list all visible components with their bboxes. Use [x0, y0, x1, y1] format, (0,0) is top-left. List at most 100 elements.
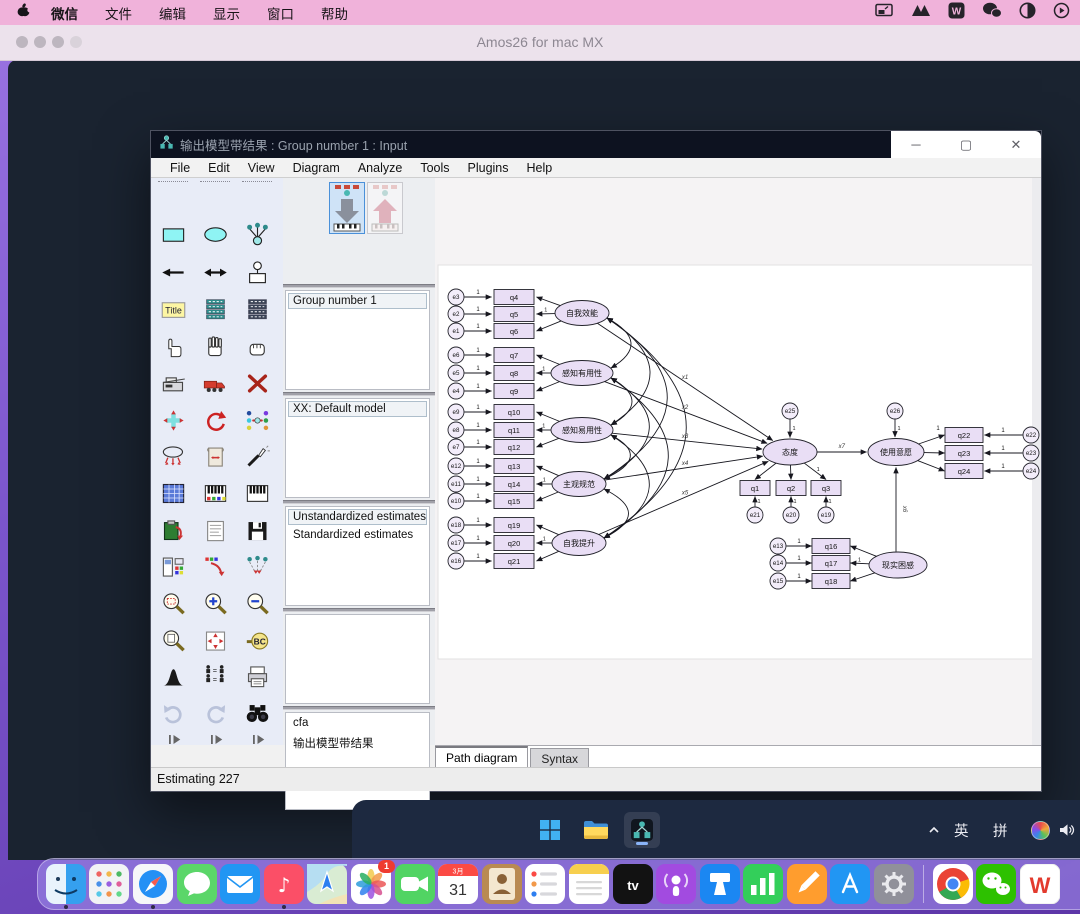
tray-chevron-icon[interactable] [927, 800, 941, 860]
dock-item-launchpad[interactable] [89, 864, 129, 904]
dock-item-pages[interactable] [787, 864, 827, 904]
object-properties-button[interactable] [154, 550, 192, 582]
zoom-traffic-light[interactable] [52, 36, 64, 48]
resize-to-page-button[interactable] [196, 624, 234, 656]
wechat-icon[interactable] [982, 2, 1002, 23]
group-list-item[interactable]: Group number 1 [288, 293, 427, 309]
file-item-cfa[interactable]: cfa [288, 715, 427, 731]
empty-list[interactable] [285, 614, 430, 704]
menu-edit[interactable]: Edit [199, 161, 239, 175]
dock-item-wps[interactable]: W [1020, 864, 1060, 904]
add-error-variable-button[interactable] [238, 256, 276, 288]
step-button-1-button[interactable] [154, 723, 192, 755]
ime-color-ball-icon[interactable] [1031, 800, 1050, 860]
dock-item-photos[interactable]: 1 [351, 864, 391, 904]
draw-latent-variable-button[interactable] [238, 218, 276, 250]
menu-tools[interactable]: Tools [411, 161, 458, 175]
play-circle-icon[interactable] [1053, 2, 1070, 24]
file-item-output-model[interactable]: 输出模型带结果 [288, 733, 427, 753]
menubar-app-name[interactable]: 微信 [51, 3, 78, 23]
view-output-path-diagram-button[interactable] [367, 182, 403, 234]
draw-rectangle-button[interactable] [154, 218, 192, 250]
menubar-item-view[interactable]: 显示 [213, 3, 240, 23]
dock-item-facetime[interactable] [395, 864, 435, 904]
drag-properties-button[interactable] [196, 550, 234, 582]
step-button-3-button[interactable] [238, 723, 276, 755]
amos-window[interactable]: 输出模型带结果 : Group number 1 : Input ─ ▢ ✕ F… [150, 130, 1042, 792]
menu-analyze[interactable]: Analyze [349, 161, 411, 175]
minimize-button[interactable]: ─ [901, 131, 931, 158]
copy-to-clipboard-button[interactable] [154, 514, 192, 546]
data-files-button[interactable] [154, 477, 192, 509]
list-model-variables-button[interactable] [238, 293, 276, 325]
save-diagram-button[interactable] [238, 514, 276, 546]
calculate-estimates-button[interactable] [238, 477, 276, 509]
print-button[interactable] [238, 660, 276, 692]
analysis-properties-button[interactable] [196, 477, 234, 509]
duplicate-objects-button[interactable] [154, 367, 192, 399]
dock-item-podcasts[interactable] [656, 864, 696, 904]
dock-item-messages[interactable] [177, 864, 217, 904]
figure-caption-title-button[interactable]: Title [154, 293, 192, 325]
menubar-item-window[interactable]: 窗口 [267, 3, 294, 23]
dock-item-calendar[interactable]: 3月31 [438, 864, 478, 904]
draw-path-arrow-button[interactable] [154, 256, 192, 288]
dock-item-music[interactable]: ♪ [264, 864, 304, 904]
estimates-item-standardized[interactable]: Standardized estimates [288, 527, 427, 543]
wps-icon[interactable]: W [948, 2, 965, 24]
move-parameter-values-button[interactable] [154, 404, 192, 436]
estimates-list[interactable]: Unstandardized estimates Standardized es… [285, 506, 430, 606]
maximize-button[interactable]: ▢ [951, 131, 981, 158]
extra-traffic-light[interactable] [70, 36, 82, 48]
dock-item-numbers[interactable] [743, 864, 783, 904]
contrast-icon[interactable] [1019, 2, 1036, 24]
view-text-output-button[interactable] [196, 514, 234, 546]
select-one-object-button[interactable] [154, 330, 192, 362]
dock-item-safari[interactable] [133, 864, 173, 904]
reflect-indicators-button[interactable] [238, 404, 276, 436]
dock-item-tv[interactable]: tv [613, 864, 653, 904]
path-diagram-canvas[interactable]: q4e31q5e211q6e11自我效能q7e61q8e511q9e41感知有用… [435, 178, 1041, 745]
close-button[interactable]: ✕ [1001, 131, 1031, 158]
step-button-2-button[interactable] [196, 723, 234, 755]
zoom-out-button[interactable] [238, 587, 276, 619]
groups-list[interactable]: Group number 1 [285, 290, 430, 390]
dock-item-keynote[interactable] [700, 864, 740, 904]
menu-view[interactable]: View [239, 161, 284, 175]
volume-icon[interactable] [1058, 800, 1075, 860]
auto-layout-button[interactable] [154, 440, 192, 472]
menubar-item-file[interactable]: 文件 [105, 3, 132, 23]
menu-diagram[interactable]: Diagram [284, 161, 349, 175]
scroll-diagram-button[interactable] [196, 440, 234, 472]
dock-item-mail[interactable] [220, 864, 260, 904]
file-explorer-button[interactable] [578, 812, 614, 848]
files-list[interactable]: cfa 输出模型带结果 [285, 712, 430, 810]
dock-item-finder[interactable] [46, 864, 86, 904]
menubar-item-edit[interactable]: 编辑 [159, 3, 186, 23]
bayesian-analysis-button[interactable] [154, 660, 192, 692]
loupe-magnifier-button[interactable]: BC [238, 624, 276, 656]
amos-taskbar-button[interactable] [624, 812, 660, 848]
menu-help[interactable]: Help [518, 161, 562, 175]
deselect-all-objects-button[interactable] [238, 330, 276, 362]
tab-syntax[interactable]: Syntax [530, 748, 589, 768]
dock-item-contacts[interactable] [482, 864, 522, 904]
move-objects-button[interactable] [196, 367, 234, 399]
zoom-select-button[interactable] [154, 587, 192, 619]
dock-item-chrome[interactable] [933, 864, 973, 904]
list-dataset-variables-button[interactable] [196, 293, 234, 325]
dock-item-notes[interactable] [569, 864, 609, 904]
touch-up-button[interactable] [238, 440, 276, 472]
menu-plugins[interactable]: Plugins [459, 161, 518, 175]
zoom-whole-page-button[interactable] [154, 624, 192, 656]
dock-item-maps[interactable] [307, 864, 347, 904]
view-input-path-diagram-button[interactable] [329, 182, 365, 234]
diagram-scrollbar[interactable] [1032, 178, 1041, 745]
apple-menu-icon[interactable] [16, 2, 31, 24]
dock-item-reminders[interactable] [525, 864, 565, 904]
amos-titlebar[interactable]: 输出模型带结果 : Group number 1 : Input ─ ▢ ✕ [151, 131, 1041, 158]
windows-start-button[interactable] [532, 812, 568, 848]
dock-item-system-settings[interactable] [874, 864, 914, 904]
estimates-item-unstandardized[interactable]: Unstandardized estimates [288, 509, 427, 525]
close-traffic-light[interactable] [16, 36, 28, 48]
